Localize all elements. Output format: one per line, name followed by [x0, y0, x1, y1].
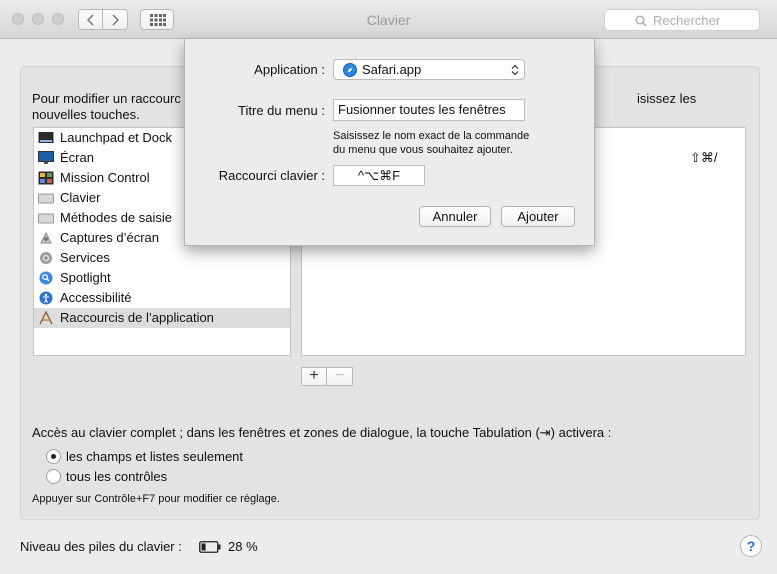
search-placeholder: Rechercher — [653, 13, 721, 28]
battery-label: Niveau des piles du clavier : — [20, 539, 182, 554]
menu-title-field[interactable]: Fusionner toutes les fenêtres — [333, 99, 525, 121]
shortcut-key-value[interactable]: ⇧⌘/ — [690, 150, 718, 166]
menu-hint-line-1: Saisissez le nom exact de la commande — [333, 130, 530, 142]
category-label: Raccourcis de l’application — [60, 310, 214, 325]
category-label: Launchpad et Dock — [60, 130, 173, 145]
battery-icon — [199, 541, 221, 553]
menu-title-hint: Saisissez le nom exact de la commande du… — [333, 129, 553, 157]
category-spotlight[interactable]: Spotlight — [34, 268, 290, 288]
help-button[interactable]: ? — [740, 535, 762, 557]
radio-label-all-controls[interactable]: tous les contrôles — [66, 469, 167, 484]
category-label: Captures d’écran — [60, 230, 159, 245]
instructions-text: Pour modifier un raccourc nouvelles touc… — [32, 91, 181, 123]
input-methods-icon — [38, 213, 54, 224]
screenshot-icon — [40, 231, 52, 244]
category-label: Écran — [60, 150, 94, 165]
category-label: Clavier — [60, 190, 101, 205]
instructions-line-2: nouvelles touches. — [32, 107, 140, 122]
add-shortcut-button[interactable]: + — [301, 367, 327, 386]
category-raccourcis-application[interactable]: Raccourcis de l’application — [34, 308, 290, 328]
gear-icon — [40, 252, 52, 264]
search-field[interactable]: Rechercher — [604, 9, 760, 31]
battery-percent: 28 % — [228, 539, 258, 554]
app-shortcuts-icon — [39, 311, 53, 325]
application-value: Safari.app — [362, 62, 422, 77]
display-icon — [38, 151, 54, 164]
application-label: Application : — [254, 62, 325, 77]
full-access-hint: Appuyer sur Contrôle+F7 pour modifier ce… — [32, 493, 280, 505]
category-label: Spotlight — [60, 270, 111, 285]
safari-icon — [343, 63, 357, 77]
radio-label-text-fields-only[interactable]: les champs et listes seulement — [66, 449, 243, 464]
shortcut-field[interactable]: ^⌥⌘F — [333, 165, 425, 186]
search-icon — [635, 15, 647, 27]
menu-hint-line-2: du menu que vous souhaitez ajouter. — [333, 144, 513, 156]
category-label: Méthodes de saisie — [60, 210, 173, 225]
instructions-line-1: Pour modifier un raccourc — [32, 91, 181, 106]
add-button[interactable]: Ajouter — [501, 206, 575, 227]
application-select[interactable]: Safari.app — [333, 59, 525, 80]
category-label: Accessibilité — [60, 290, 132, 305]
launchpad-dock-icon — [38, 132, 54, 143]
category-services[interactable]: Services — [34, 248, 290, 268]
category-label: Mission Control — [60, 170, 150, 185]
cancel-button[interactable]: Annuler — [419, 206, 491, 227]
radio-text-fields-only[interactable] — [46, 449, 61, 464]
add-shortcut-sheet: Application : Safari.app Titre du menu :… — [184, 39, 595, 246]
title-bar: Clavier Rechercher — [0, 0, 777, 39]
full-access-label: Accès au clavier complet ; dans les fenê… — [32, 425, 612, 440]
menu-title-label: Titre du menu : — [238, 103, 325, 118]
instructions-fragment: isissez les — [637, 91, 697, 106]
accessibility-icon — [39, 291, 53, 305]
radio-all-controls[interactable] — [46, 469, 61, 484]
mission-control-icon — [38, 171, 54, 185]
remove-shortcut-button[interactable]: − — [327, 367, 353, 386]
category-label: Services — [60, 250, 110, 265]
select-arrows-icon — [511, 64, 519, 76]
keyboard-icon — [38, 193, 54, 204]
category-accessibilite[interactable]: Accessibilité — [34, 288, 290, 308]
shortcut-label: Raccourci clavier : — [218, 168, 325, 183]
spotlight-icon — [39, 271, 53, 285]
